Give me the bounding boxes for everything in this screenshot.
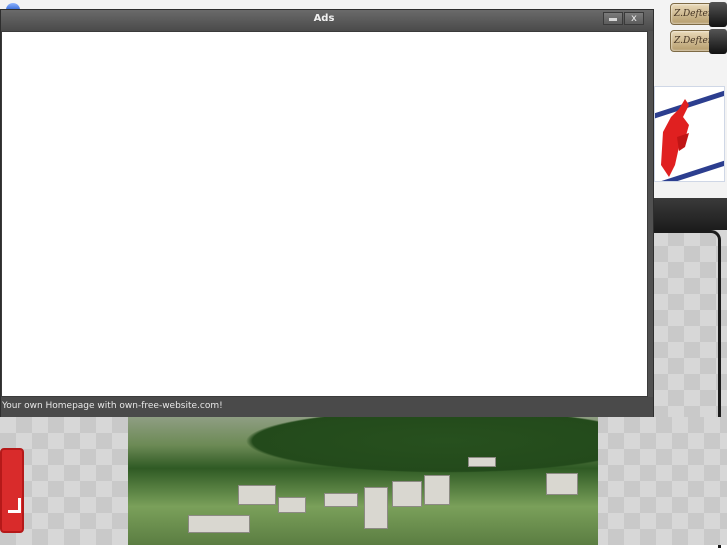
forest-area	[218, 417, 598, 477]
campus-photo	[128, 417, 598, 545]
minimize-button[interactable]	[603, 12, 623, 25]
side-tab[interactable]	[0, 448, 24, 533]
guestbook-badge[interactable]: Z.Defteri	[670, 2, 727, 27]
building	[364, 487, 388, 529]
building	[424, 475, 450, 505]
building	[278, 497, 306, 513]
ads-footer: Your own Homepage with own-free-website.…	[1, 397, 653, 417]
ads-window: Ads x Your own Homepage with own-free-we…	[0, 9, 654, 417]
ads-content-area[interactable]	[1, 31, 648, 397]
book-icon	[709, 29, 727, 54]
building	[546, 473, 578, 495]
building	[392, 481, 422, 507]
close-button[interactable]: x	[624, 12, 644, 25]
building	[468, 457, 496, 467]
horse-rider-figure	[661, 99, 689, 177]
building	[238, 485, 276, 505]
building	[188, 515, 250, 533]
footer-link[interactable]: Your own Homepage with own-free-website.…	[2, 401, 223, 411]
ads-titlebar[interactable]: Ads x	[1, 10, 653, 31]
building	[324, 493, 358, 507]
window-title: Ads	[313, 13, 335, 24]
header-band	[652, 198, 727, 230]
guestbook-badge[interactable]: Z.Defteri	[670, 29, 727, 54]
close-icon: x	[631, 13, 637, 24]
book-icon	[709, 2, 727, 27]
side-banner-image[interactable]	[654, 86, 725, 182]
minimize-icon	[609, 18, 617, 21]
arrow-icon	[8, 498, 21, 513]
